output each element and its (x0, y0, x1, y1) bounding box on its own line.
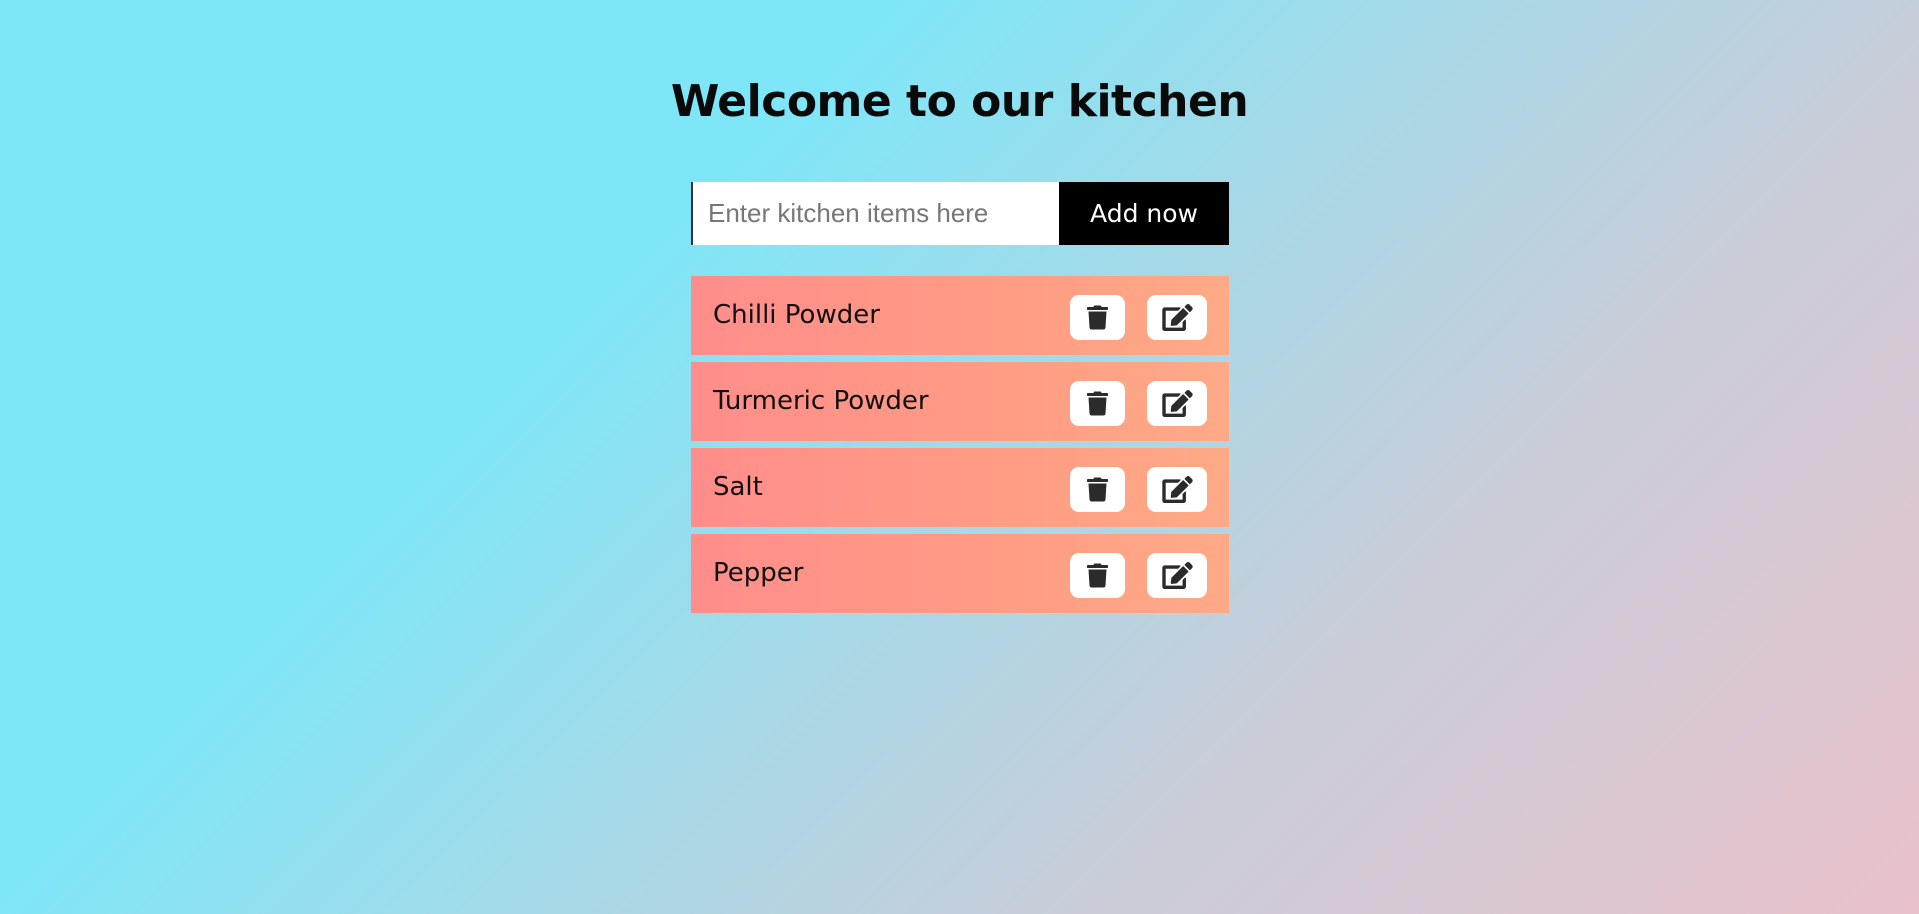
trash-icon (1087, 305, 1108, 330)
list-item: Pepper (691, 534, 1229, 613)
delete-button[interactable] (1070, 381, 1125, 426)
edit-icon (1161, 562, 1193, 589)
list-item: Turmeric Powder (691, 362, 1229, 441)
add-now-button[interactable]: Add now (1059, 182, 1229, 245)
edit-button[interactable] (1147, 553, 1207, 598)
kitchen-item-list: Chilli Powder Turmeric Powder Salt Peppe… (691, 276, 1229, 620)
trash-icon (1087, 477, 1108, 502)
item-label: Chilli Powder (713, 299, 880, 330)
edit-button[interactable] (1147, 467, 1207, 512)
kitchen-item-input[interactable] (691, 182, 1059, 245)
add-item-form: Add now (691, 182, 1229, 245)
item-label: Pepper (713, 557, 804, 588)
edit-icon (1161, 304, 1193, 331)
edit-button[interactable] (1147, 295, 1207, 340)
delete-button[interactable] (1070, 295, 1125, 340)
list-item: Chilli Powder (691, 276, 1229, 355)
delete-button[interactable] (1070, 553, 1125, 598)
trash-icon (1087, 391, 1108, 416)
item-label: Turmeric Powder (713, 385, 929, 416)
list-item: Salt (691, 448, 1229, 527)
item-label: Salt (713, 471, 763, 502)
edit-icon (1161, 476, 1193, 503)
delete-button[interactable] (1070, 467, 1125, 512)
trash-icon (1087, 563, 1108, 588)
edit-icon (1161, 390, 1193, 417)
edit-button[interactable] (1147, 381, 1207, 426)
page-title: Welcome to our kitchen (670, 76, 1249, 127)
